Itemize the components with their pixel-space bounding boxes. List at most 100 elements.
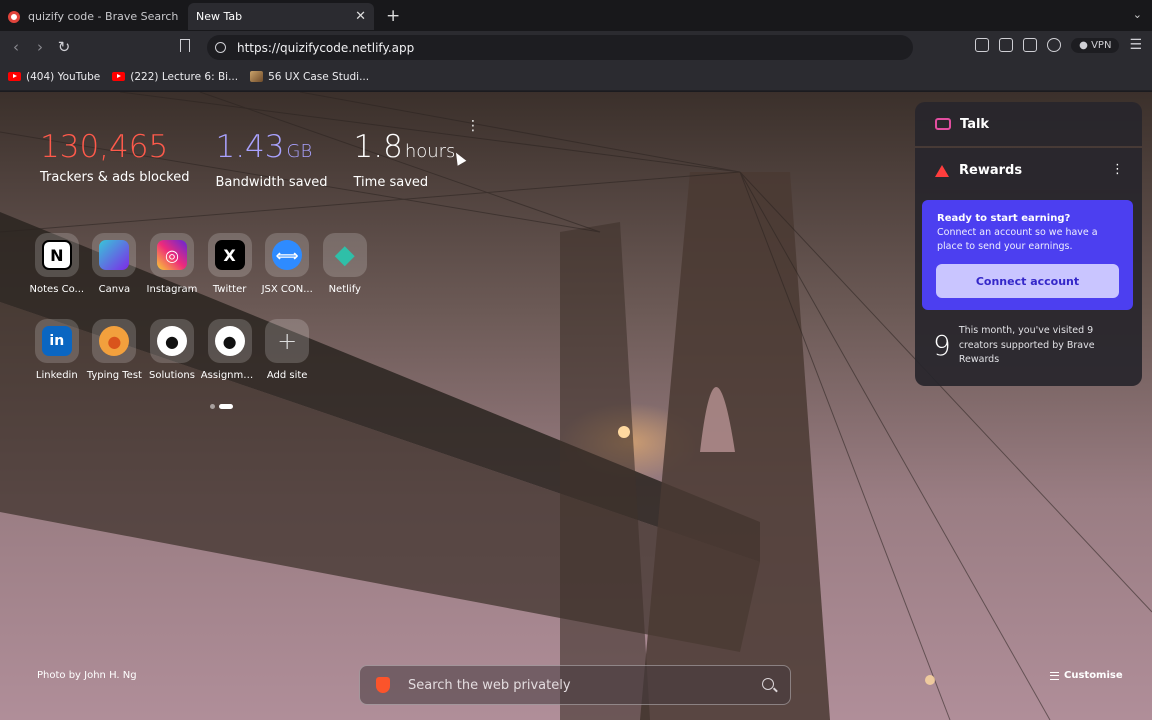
bookmark-item[interactable]: (222) Lecture 6: Bi...	[112, 71, 238, 83]
top-site-typing-test[interactable]: ● Typing Test	[86, 319, 144, 405]
top-site-twitter[interactable]: X Twitter	[201, 233, 259, 319]
top-site-instagram[interactable]: ◎ Instagram	[143, 233, 201, 319]
page-dot[interactable]	[210, 404, 215, 409]
rewards-more-icon[interactable]: ⋮	[1111, 162, 1124, 177]
back-arrow-icon[interactable]: ‹	[4, 38, 28, 56]
photo-credit[interactable]: Photo by John H. Ng	[37, 670, 137, 681]
tab-title: quizify code - Brave Search	[28, 10, 179, 23]
tab-new-tab[interactable]: New Tab ✕	[188, 3, 374, 30]
bookmark-label: (404) YouTube	[26, 70, 101, 83]
video-camera-icon	[935, 118, 951, 130]
rewards-widget: Rewards ⋮ Ready to start earning? Connec…	[915, 148, 1142, 386]
bandwidth-stat: 1.43 GB Bandwidth saved	[215, 128, 327, 190]
bookmark-icon[interactable]	[180, 39, 190, 52]
page-dot-active[interactable]	[219, 404, 233, 409]
top-site-label: Linkedin	[35, 370, 78, 381]
menu-hamburger-icon[interactable]: ☰	[1129, 37, 1142, 53]
tab-brave-search[interactable]: quizify code - Brave Search	[0, 3, 188, 30]
netlify-icon: ◆	[334, 240, 355, 270]
toolbar-actions: ● VPN ☰	[975, 37, 1142, 53]
tab-list-chevron-icon[interactable]: ⌄	[1133, 8, 1142, 21]
github-icon: ●	[156, 326, 187, 356]
top-site-notes[interactable]: N Notes Co...	[28, 233, 86, 319]
top-site-jsx[interactable]: ⟺ JSX CON...	[258, 233, 316, 319]
top-site-label: Typing Test	[86, 370, 142, 381]
creators-visited: 9 This month, you've visited 9 creators …	[933, 324, 1109, 368]
settings-sliders-icon	[1050, 671, 1059, 680]
stats-widget: 130,465 Trackers & ads blocked 1.43 GB Ba…	[40, 128, 455, 190]
wallet-icon[interactable]	[1023, 38, 1038, 52]
instagram-icon: ◎	[156, 240, 187, 270]
top-site-linkedin[interactable]: in Linkedin	[28, 319, 86, 405]
brave-lion-icon	[376, 677, 390, 693]
bandwidth-unit: GB	[286, 141, 313, 162]
toolbar: ‹ › ↻ https://quizifycode.netlify.app ● …	[0, 31, 1152, 63]
github-icon: ●	[214, 326, 245, 356]
trackers-stat: 130,465 Trackers & ads blocked	[40, 128, 189, 190]
top-site-assignments[interactable]: ● Assignme...	[200, 319, 259, 405]
linkedin-icon: in	[41, 326, 72, 356]
stats-more-icon[interactable]: ⋮	[466, 118, 480, 134]
address-bar[interactable]: https://quizifycode.netlify.app	[207, 35, 913, 60]
customise-button[interactable]: Customise	[1050, 670, 1123, 681]
new-tab-page: 130,465 Trackers & ads blocked 1.43 GB Ba…	[0, 92, 1152, 720]
brave-search-favicon-icon	[8, 10, 20, 23]
url-text: https://quizifycode.netlify.app	[237, 40, 415, 55]
tab-strip: quizify code - Brave Search New Tab ✕ + …	[0, 0, 1152, 31]
jsx-converter-icon: ⟺	[272, 240, 303, 270]
top-site-label: Twitter	[212, 284, 247, 295]
bookmark-item[interactable]: (404) YouTube	[8, 71, 100, 83]
bookmark-label: (222) Lecture 6: Bi...	[130, 70, 239, 83]
canva-icon	[99, 240, 130, 270]
bookmark-label: 56 UX Case Studi...	[268, 70, 370, 83]
time-label: Time saved	[353, 175, 429, 190]
top-site-label: Notes Co...	[29, 284, 85, 295]
top-sites-row: N Notes Co... Canva ◎ Instagram X Twitter ⟺…	[28, 233, 378, 319]
top-sites-row: in Linkedin ● Typing Test ● Solutions ● Assi…	[28, 319, 378, 405]
youtube-icon	[112, 72, 126, 81]
top-site-canva[interactable]: Canva	[86, 233, 144, 319]
extensions-icon[interactable]	[975, 38, 990, 52]
rewards-label: Rewards	[959, 163, 1023, 178]
talk-widget[interactable]: Talk	[915, 102, 1142, 146]
promo-text: Connect an account so we have a place to…	[937, 227, 1098, 252]
top-sites-grid: N Notes Co... Canva ◎ Instagram X Twitter ⟺…	[28, 233, 378, 405]
top-sites-pagination	[210, 404, 233, 409]
leo-ai-icon[interactable]	[1047, 38, 1062, 52]
bandwidth-value: 1.43	[215, 129, 285, 165]
typing-test-icon: ●	[99, 326, 130, 356]
trackers-label: Trackers & ads blocked	[40, 170, 190, 185]
top-site-label: Assignme...	[200, 370, 259, 381]
sidebar-icon[interactable]	[999, 38, 1014, 52]
connect-account-button[interactable]: Connect account	[936, 264, 1119, 298]
time-unit: hours	[404, 141, 456, 162]
tab-title: New Tab	[196, 10, 243, 23]
reload-icon[interactable]: ↻	[52, 38, 76, 56]
top-site-label: Solutions	[149, 370, 195, 381]
top-site-netlify[interactable]: ◆ Netlify	[316, 233, 374, 319]
new-tab-plus-icon[interactable]: +	[386, 6, 400, 26]
search-placeholder: Search the web privately	[408, 677, 571, 693]
time-value: 1.8	[353, 129, 403, 165]
bat-triangle-icon	[935, 164, 949, 177]
image-icon	[250, 71, 264, 82]
promo-title: Ready to start earning?	[937, 213, 1071, 224]
top-site-label: Netlify	[328, 284, 361, 295]
add-site-button[interactable]: + Add site	[258, 319, 316, 405]
top-site-solutions[interactable]: ● Solutions	[143, 319, 201, 405]
forward-arrow-icon[interactable]: ›	[28, 38, 52, 56]
visited-count: 9	[933, 329, 951, 363]
youtube-icon	[8, 72, 21, 81]
search-icon[interactable]	[762, 678, 774, 690]
notes-icon: N	[41, 240, 72, 270]
bookmark-item[interactable]: 56 UX Case Studi...	[250, 71, 369, 83]
site-info-icon[interactable]	[215, 42, 226, 53]
trackers-count: 130,465	[40, 129, 169, 165]
close-tab-icon[interactable]: ✕	[355, 9, 366, 24]
search-box[interactable]: Search the web privately	[359, 665, 791, 705]
top-site-label: Add site	[266, 370, 308, 381]
vpn-button[interactable]: ● VPN	[1071, 37, 1120, 53]
talk-label: Talk	[960, 116, 990, 132]
x-twitter-icon: X	[214, 240, 245, 270]
top-site-label: Canva	[98, 284, 131, 295]
